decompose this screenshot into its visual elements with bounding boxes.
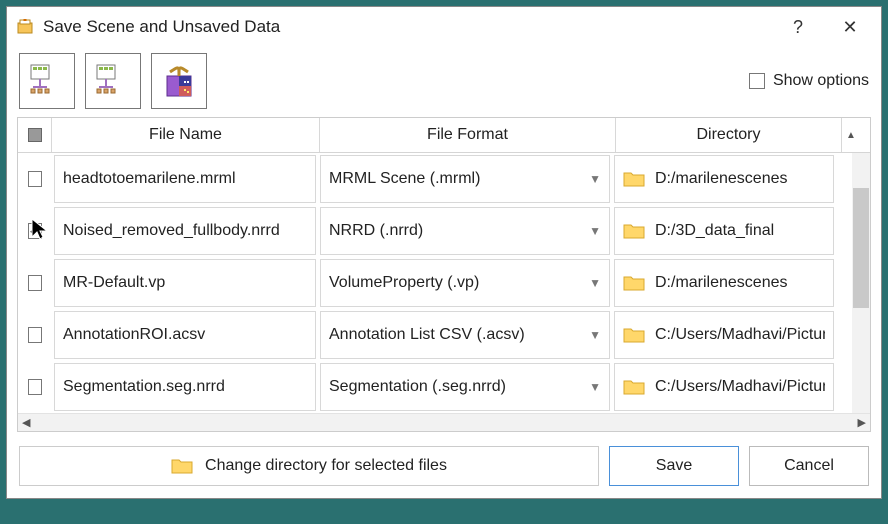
- chevron-down-icon: ▼: [589, 276, 601, 290]
- scroll-right-icon[interactable]: ▶: [858, 416, 866, 429]
- row-checkbox-cell[interactable]: [20, 311, 50, 359]
- file-format-dropdown[interactable]: Annotation List CSV (.acsv) ▼: [320, 311, 610, 359]
- chevron-down-icon: ▼: [589, 380, 601, 394]
- folder-icon: [623, 326, 645, 344]
- file-name-text: AnnotationROI.acsv: [63, 326, 205, 344]
- directory-cell[interactable]: D:/3D_data_final: [614, 207, 834, 255]
- header-file-name[interactable]: File Name: [52, 118, 320, 152]
- row-checkbox[interactable]: [28, 327, 42, 343]
- directory-cell[interactable]: C:/Users/Madhavi/Picture: [614, 363, 834, 411]
- row-checkbox[interactable]: [28, 379, 42, 395]
- file-name-cell[interactable]: MR-Default.vp: [54, 259, 316, 307]
- row-checkbox[interactable]: [28, 275, 42, 291]
- directory-text: D:/marilenescenes: [655, 274, 788, 292]
- file-format-text: Annotation List CSV (.acsv): [329, 326, 525, 344]
- header-checkbox-icon: [28, 128, 42, 142]
- chevron-down-icon: ▼: [589, 328, 601, 342]
- file-name-cell[interactable]: Segmentation.seg.nrrd: [54, 363, 316, 411]
- save-scene-icon-button-1[interactable]: [19, 53, 75, 109]
- file-name-cell[interactable]: Noised_removed_fullbody.nrrd: [54, 207, 316, 255]
- close-button[interactable]: ✕: [829, 13, 871, 41]
- table-row: headtotoemarilene.mrml MRML Scene (.mrml…: [18, 153, 870, 205]
- window-title: Save Scene and Unsaved Data: [43, 17, 767, 37]
- directory-cell[interactable]: C:/Users/Madhavi/Picture: [614, 311, 834, 359]
- cancel-button[interactable]: Cancel: [749, 446, 869, 486]
- mouse-cursor-icon: [30, 217, 50, 243]
- file-format-dropdown[interactable]: Segmentation (.seg.nrrd) ▼: [320, 363, 610, 411]
- table-row: MR-Default.vp VolumeProperty (.vp) ▼ D:/…: [18, 257, 870, 309]
- directory-cell[interactable]: D:/marilenescenes: [614, 259, 834, 307]
- folder-icon: [623, 222, 645, 240]
- toolbar: Show options: [7, 47, 881, 117]
- horizontal-scrollbar-track[interactable]: [36, 418, 851, 428]
- file-name-text: MR-Default.vp: [63, 274, 165, 292]
- file-format-dropdown[interactable]: MRML Scene (.mrml) ▼: [320, 155, 610, 203]
- scroll-up-button[interactable]: ▲: [842, 118, 860, 152]
- file-format-text: NRRD (.nrrd): [329, 222, 423, 240]
- file-format-text: MRML Scene (.mrml): [329, 170, 480, 188]
- directory-cell[interactable]: D:/marilenescenes: [614, 155, 834, 203]
- row-checkbox-cell[interactable]: [20, 259, 50, 307]
- file-name-text: Segmentation.seg.nrrd: [63, 378, 225, 396]
- scroll-left-icon[interactable]: ◀: [22, 416, 30, 429]
- help-button[interactable]: ?: [777, 13, 819, 41]
- titlebar: Save Scene and Unsaved Data ? ✕: [7, 7, 881, 47]
- file-name-text: Noised_removed_fullbody.nrrd: [63, 222, 280, 240]
- show-options-label: Show options: [773, 72, 869, 90]
- header-file-format[interactable]: File Format: [320, 118, 616, 152]
- vertical-scrollbar-thumb[interactable]: [853, 188, 869, 308]
- save-scene-icon-button-2[interactable]: [85, 53, 141, 109]
- directory-text: D:/3D_data_final: [655, 222, 774, 240]
- row-checkbox[interactable]: [28, 171, 42, 187]
- folder-icon: [623, 378, 645, 396]
- save-dialog: Save Scene and Unsaved Data ? ✕: [6, 6, 882, 499]
- app-icon: [17, 19, 33, 35]
- file-name-text: headtotoemarilene.mrml: [63, 170, 236, 188]
- chevron-down-icon: ▼: [589, 172, 601, 186]
- vertical-scrollbar[interactable]: [852, 153, 870, 413]
- row-checkbox-cell[interactable]: [20, 155, 50, 203]
- chevron-down-icon: ▼: [589, 224, 601, 238]
- change-directory-label: Change directory for selected files: [205, 457, 447, 475]
- file-format-text: VolumeProperty (.vp): [329, 274, 479, 292]
- header-directory[interactable]: Directory: [616, 118, 842, 152]
- directory-text: C:/Users/Madhavi/Picture: [655, 326, 825, 344]
- directory-text: D:/marilenescenes: [655, 170, 788, 188]
- folder-icon: [623, 274, 645, 292]
- folder-icon: [623, 170, 645, 188]
- folder-icon: [171, 457, 193, 475]
- row-checkbox-cell[interactable]: [20, 363, 50, 411]
- file-format-dropdown[interactable]: NRRD (.nrrd) ▼: [320, 207, 610, 255]
- table-row: Segmentation.seg.nrrd Segmentation (.seg…: [18, 361, 870, 413]
- package-icon-button[interactable]: [151, 53, 207, 109]
- table-header: File Name File Format Directory ▲: [18, 118, 870, 153]
- table-body: headtotoemarilene.mrml MRML Scene (.mrml…: [18, 153, 870, 413]
- file-name-cell[interactable]: headtotoemarilene.mrml: [54, 155, 316, 203]
- file-format-dropdown[interactable]: VolumeProperty (.vp) ▼: [320, 259, 610, 307]
- directory-text: C:/Users/Madhavi/Picture: [655, 378, 825, 396]
- header-checkbox-cell[interactable]: [18, 118, 52, 152]
- file-table: File Name File Format Directory ▲ headto…: [17, 117, 871, 432]
- table-row: Noised_removed_fullbody.nrrd NRRD (.nrrd…: [18, 205, 870, 257]
- horizontal-scrollbar[interactable]: ◀ ▶: [18, 413, 870, 431]
- show-options-checkbox[interactable]: [749, 73, 765, 89]
- file-name-cell[interactable]: AnnotationROI.acsv: [54, 311, 316, 359]
- show-options-toggle[interactable]: Show options: [749, 72, 869, 90]
- save-button[interactable]: Save: [609, 446, 739, 486]
- table-row: AnnotationROI.acsv Annotation List CSV (…: [18, 309, 870, 361]
- file-format-text: Segmentation (.seg.nrrd): [329, 378, 506, 396]
- change-directory-button[interactable]: Change directory for selected files: [19, 446, 599, 486]
- dialog-footer: Change directory for selected files Save…: [7, 438, 881, 498]
